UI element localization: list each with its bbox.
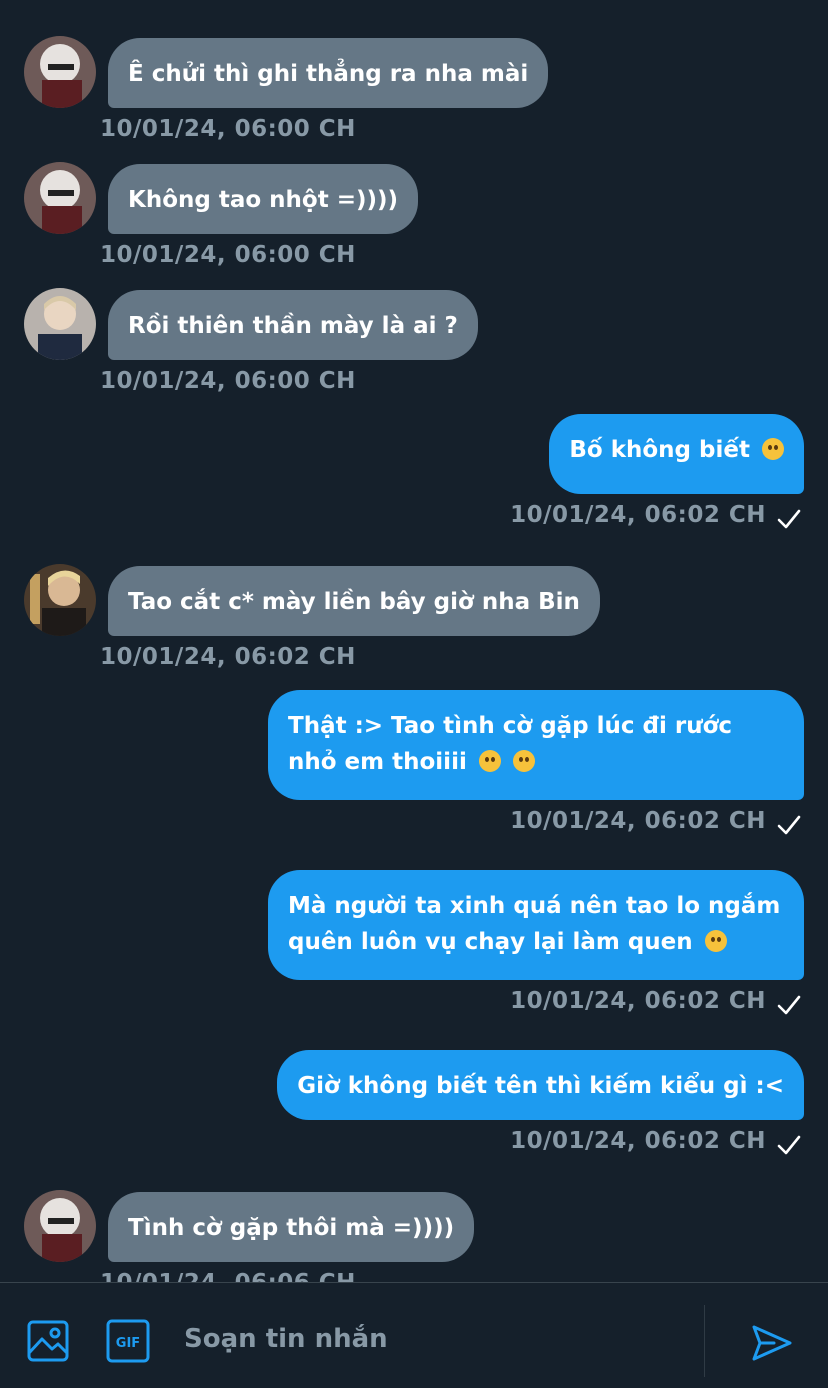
message-timestamp: 10/01/24, 06:00 CH	[100, 368, 356, 394]
message-timestamp: 10/01/24, 06:02 CH	[510, 502, 766, 528]
message-timestamp: 10/01/24, 06:02 CH	[100, 644, 356, 670]
incoming-message-bubble[interactable]: Không tao nhột =))))	[108, 164, 419, 234]
composer-divider	[704, 1305, 705, 1377]
message-thread[interactable]: Ê chửi thì ghi thẳng ra nha mài 10/01/24…	[0, 0, 828, 1282]
message-timestamp: 10/01/24, 06:00 CH	[100, 242, 356, 268]
avatar[interactable]	[24, 36, 96, 108]
outgoing-message-bubble[interactable]: Mà người ta xinh quá nên tao lo ngắm quê…	[268, 870, 804, 980]
checkmark-icon	[777, 1135, 801, 1155]
crying-face-emoji	[704, 930, 727, 952]
message-text: Ê chửi thì ghi thẳng ra nha mài	[128, 61, 529, 87]
message-timestamp: 10/01/24, 06:06 CH	[100, 1270, 356, 1282]
smiling-face-emoji	[762, 438, 784, 460]
message-composer: GIF	[0, 1282, 828, 1388]
avatar[interactable]	[24, 1190, 96, 1262]
outgoing-message-bubble[interactable]: Giờ không biết tên thì kiếm kiểu gì :<	[277, 1050, 804, 1120]
checkmark-icon	[777, 815, 801, 835]
incoming-message-bubble[interactable]: Ê chửi thì ghi thẳng ra nha mài	[108, 38, 549, 108]
message-timestamp: 10/01/24, 06:00 CH	[100, 116, 356, 142]
message-text: Bố không biết	[569, 437, 750, 463]
pleading-face-emoji	[478, 750, 501, 772]
message-text: Tao cắt c* mày liền bây giờ nha Bin	[128, 589, 580, 615]
incoming-message-bubble[interactable]: Tao cắt c* mày liền bây giờ nha Bin	[108, 566, 600, 636]
outgoing-message-bubble[interactable]: Bố không biết	[549, 414, 804, 494]
message-text: Thật :> Tao tình cờ gặp lúc đi rước nhỏ …	[288, 713, 733, 775]
incoming-message-bubble[interactable]: Rồi thiên thần mày là ai ?	[108, 290, 478, 360]
avatar[interactable]	[24, 288, 96, 360]
message-timestamp: 10/01/24, 06:02 CH	[510, 1128, 766, 1154]
gif-icon[interactable]: GIF	[106, 1319, 150, 1363]
avatar[interactable]	[24, 162, 96, 234]
message-text: Không tao nhột =))))	[128, 187, 399, 213]
gif-label: GIF	[116, 1336, 140, 1351]
message-input[interactable]	[166, 1313, 686, 1365]
message-text: Giờ không biết tên thì kiếm kiểu gì :<	[297, 1073, 784, 1099]
message-text: Rồi thiên thần mày là ai ?	[128, 313, 458, 339]
avatar[interactable]	[24, 564, 96, 636]
image-icon[interactable]	[26, 1319, 70, 1363]
send-icon[interactable]	[750, 1321, 794, 1365]
message-timestamp: 10/01/24, 06:02 CH	[510, 808, 766, 834]
outgoing-message-bubble[interactable]: Thật :> Tao tình cờ gặp lúc đi rước nhỏ …	[268, 690, 804, 800]
checkmark-icon	[777, 509, 801, 529]
checkmark-icon	[777, 995, 801, 1015]
message-timestamp: 10/01/24, 06:02 CH	[510, 988, 766, 1014]
pleading-face-emoji	[512, 750, 535, 772]
incoming-message-bubble[interactable]: Tình cờ gặp thôi mà =))))	[108, 1192, 475, 1262]
message-text: Tình cờ gặp thôi mà =))))	[128, 1215, 455, 1241]
